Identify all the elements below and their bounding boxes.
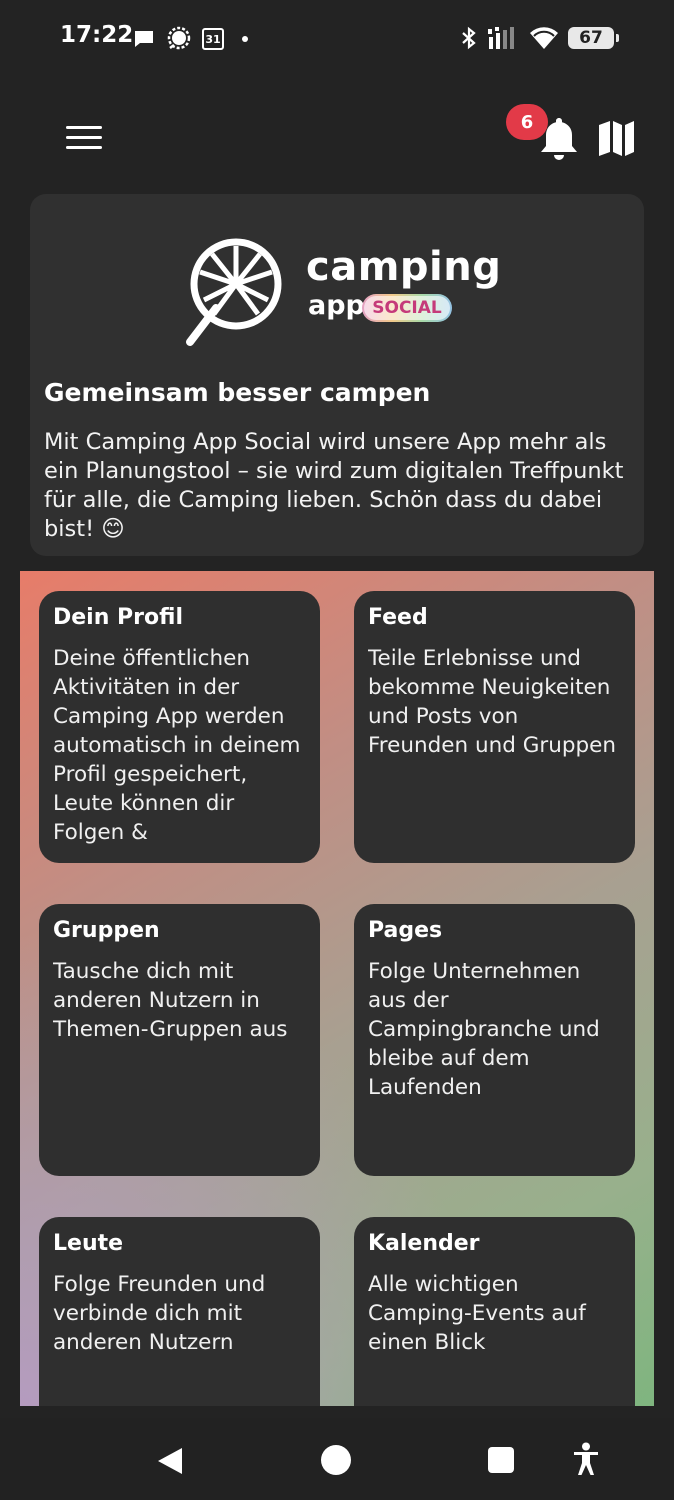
tile-title: Gruppen <box>53 918 160 943</box>
intro-title: Gemeinsam besser campen <box>44 378 431 407</box>
tile-kalender[interactable]: Kalender Alle wichtigen Camping-Events a… <box>354 1217 635 1406</box>
tile-gruppen[interactable]: Gruppen Tausche dich mit anderen Nutzern… <box>39 904 320 1176</box>
logo-social-label: SOCIAL <box>364 296 450 320</box>
system-nav-bar <box>0 1418 674 1500</box>
tile-title: Dein Profil <box>53 605 183 630</box>
home-icon[interactable] <box>321 1445 351 1475</box>
status-right-icons: 67 <box>460 26 619 50</box>
tile-leute[interactable]: Leute Folge Freunden und verbinde dich m… <box>39 1217 320 1406</box>
bluetooth-icon <box>462 26 476 50</box>
status-left-icons: 31 <box>132 26 248 52</box>
accessibility-icon[interactable] <box>572 1442 600 1476</box>
racket-logo-icon <box>186 238 282 346</box>
notification-badge: 6 <box>506 104 548 140</box>
tile-title: Pages <box>368 918 443 943</box>
hamburger-menu-icon[interactable] <box>66 126 102 152</box>
chat-bubble-icon <box>167 26 191 50</box>
tile-text: Folge Freunden und verbinde dich mit and… <box>53 1272 266 1355</box>
status-bar: 17:22 31 67 <box>0 0 674 78</box>
battery-icon: 67 <box>568 27 619 49</box>
tile-title: Feed <box>368 605 428 630</box>
tile-text: Alle wichtigen Camping-Events auf einen … <box>368 1272 586 1355</box>
tile-text: Deine öffentlichen Aktivitäten in der Ca… <box>53 646 301 845</box>
tile-text: Teile Erlebnisse und bekomme Neuigkeiten… <box>368 646 616 758</box>
intro-card: camping app SOCIAL Gemeinsam besser camp… <box>30 194 644 556</box>
tile-feed[interactable]: Feed Teile Erlebnisse und bekomme Neuigk… <box>354 591 635 863</box>
recents-icon[interactable] <box>488 1447 514 1473</box>
logo-word-camping: camping <box>306 244 502 290</box>
status-time: 17:22 <box>60 22 134 48</box>
logo-social-tag: SOCIAL <box>362 294 452 322</box>
tile-pages[interactable]: Pages Folge Unternehmen aus der Campingb… <box>354 904 635 1176</box>
logo-word-app: app <box>308 290 365 321</box>
tile-dein-profil[interactable]: Dein Profil Deine öffentlichen Aktivität… <box>39 591 320 863</box>
tile-text: Tausche dich mit anderen Nutzern in Them… <box>53 959 288 1042</box>
dot-icon <box>242 36 248 42</box>
back-icon[interactable] <box>156 1446 184 1476</box>
map-icon[interactable] <box>596 118 636 158</box>
calendar-icon: 31 <box>202 28 224 50</box>
intro-text: Mit Camping App Social wird unsere App m… <box>44 429 624 542</box>
tile-text: Folge Unternehmen aus der Campingbranche… <box>368 959 600 1100</box>
message-icon <box>135 31 153 47</box>
feature-grid: Dein Profil Deine öffentlichen Aktivität… <box>20 571 654 1406</box>
tile-title: Leute <box>53 1231 124 1256</box>
camping-app-social-logo: camping app SOCIAL <box>186 238 501 348</box>
signal-icon <box>488 27 514 49</box>
wifi-icon <box>530 27 558 49</box>
app-header <box>0 100 674 180</box>
tile-title: Kalender <box>368 1231 480 1256</box>
